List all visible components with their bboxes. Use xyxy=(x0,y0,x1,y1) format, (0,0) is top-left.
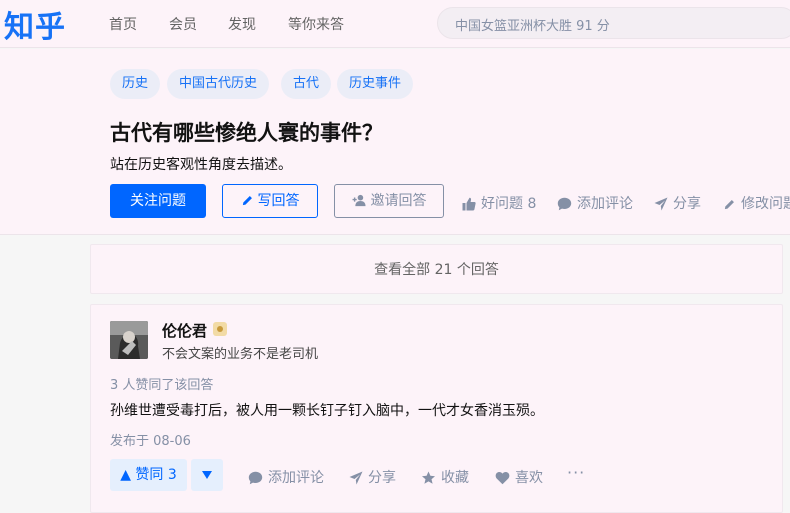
add-comment-label: 添加评论 xyxy=(577,196,633,212)
answer-comment-label: 添加评论 xyxy=(268,470,324,486)
published-time[interactable]: 发布于 08-06 xyxy=(110,430,191,449)
answer-content: 孙维世遭受毒打后，被人用一颗长钉子钉入脑中，一代才女香消玉殒。 xyxy=(110,403,544,419)
share-button[interactable]: 分享 xyxy=(654,193,701,213)
edit-question-label: 修改问题 xyxy=(741,196,790,212)
topic-tag-history[interactable]: 历史 xyxy=(110,69,161,99)
question-detail: 站在历史客观性角度去描述。 xyxy=(110,157,292,173)
invite-answer-button[interactable]: 邀请回答 xyxy=(334,184,444,218)
share-icon xyxy=(349,471,363,485)
comment-icon xyxy=(557,197,572,211)
invite-user-icon xyxy=(352,194,366,207)
answer-comment-button[interactable]: 添加评论 xyxy=(248,467,324,487)
question-header: 历史 中国古代历史 古代 历史事件 古代有哪些惨绝人寰的事件？ 站在历史客观性角… xyxy=(0,49,790,235)
top-navigation-bar: 知乎 首页 会员 发现 等你来答 中国女篮亚洲杯大胜 91 分 xyxy=(0,0,790,48)
avatar-image xyxy=(110,321,148,359)
triangle-down-icon xyxy=(202,471,212,479)
nav-item-home[interactable]: 首页 xyxy=(109,14,137,34)
good-question-label: 好问题 8 xyxy=(481,196,537,212)
add-comment-button[interactable]: 添加评论 xyxy=(557,193,633,213)
nav-item-waiting-answers[interactable]: 等你来答 xyxy=(288,14,344,34)
share-label: 分享 xyxy=(673,196,701,212)
write-answer-button[interactable]: 写回答 xyxy=(222,184,318,218)
answer-share-label: 分享 xyxy=(368,470,396,486)
pencil-icon xyxy=(242,196,252,206)
edit-question-button[interactable]: 修改问题 xyxy=(723,193,790,213)
collect-button[interactable]: 收藏 xyxy=(421,467,469,487)
author-bio: 不会文案的业务不是老司机 xyxy=(162,347,319,362)
downvote-button[interactable] xyxy=(191,459,223,491)
good-question-button[interactable]: 好问题 8 xyxy=(462,193,536,213)
author-name[interactable]: 伦伦君 xyxy=(162,320,207,341)
topic-tag-ancient-chinese-history[interactable]: 中国古代历史 xyxy=(167,69,270,99)
like-label: 喜欢 xyxy=(515,470,543,486)
thumbs-up-icon xyxy=(462,197,476,211)
badge-icon xyxy=(213,322,227,336)
pencil-icon xyxy=(724,200,734,210)
upvote-button[interactable]: ▲ 赞同 3 xyxy=(110,459,187,491)
search-input[interactable]: 中国女篮亚洲杯大胜 91 分 xyxy=(437,7,790,39)
votes-info: 3 人赞同了该回答 xyxy=(110,378,214,393)
nav-item-vip[interactable]: 会员 xyxy=(169,14,197,34)
topic-tag-historical-events[interactable]: 历史事件 xyxy=(337,69,414,99)
search-placeholder: 中国女篮亚洲杯大胜 91 分 xyxy=(455,19,610,34)
topic-tag-ancient[interactable]: 古代 xyxy=(281,69,332,99)
answer-card: 伦伦君 不会文案的业务不是老司机 3 人赞同了该回答 孙维世遭受毒打后，被人用一… xyxy=(90,304,783,513)
like-button[interactable]: 喜欢 xyxy=(495,467,543,487)
share-icon xyxy=(654,197,668,211)
write-answer-label: 写回答 xyxy=(257,193,300,209)
view-all-answers-button[interactable]: 查看全部 21 个回答 xyxy=(90,244,783,294)
more-options-icon[interactable]: ··· xyxy=(567,463,585,482)
answer-share-button[interactable]: 分享 xyxy=(349,467,396,487)
zhihu-logo[interactable]: 知乎 xyxy=(4,2,66,46)
follow-question-button[interactable]: 关注问题 xyxy=(110,184,206,218)
comment-icon xyxy=(248,471,263,485)
heart-icon xyxy=(495,471,510,485)
collect-label: 收藏 xyxy=(441,470,469,486)
star-icon xyxy=(422,471,435,484)
author-avatar[interactable] xyxy=(110,321,148,359)
question-title: 古代有哪些惨绝人寰的事件？ xyxy=(110,121,383,145)
invite-answer-label: 邀请回答 xyxy=(370,193,427,209)
nav-item-discover[interactable]: 发现 xyxy=(228,14,256,34)
